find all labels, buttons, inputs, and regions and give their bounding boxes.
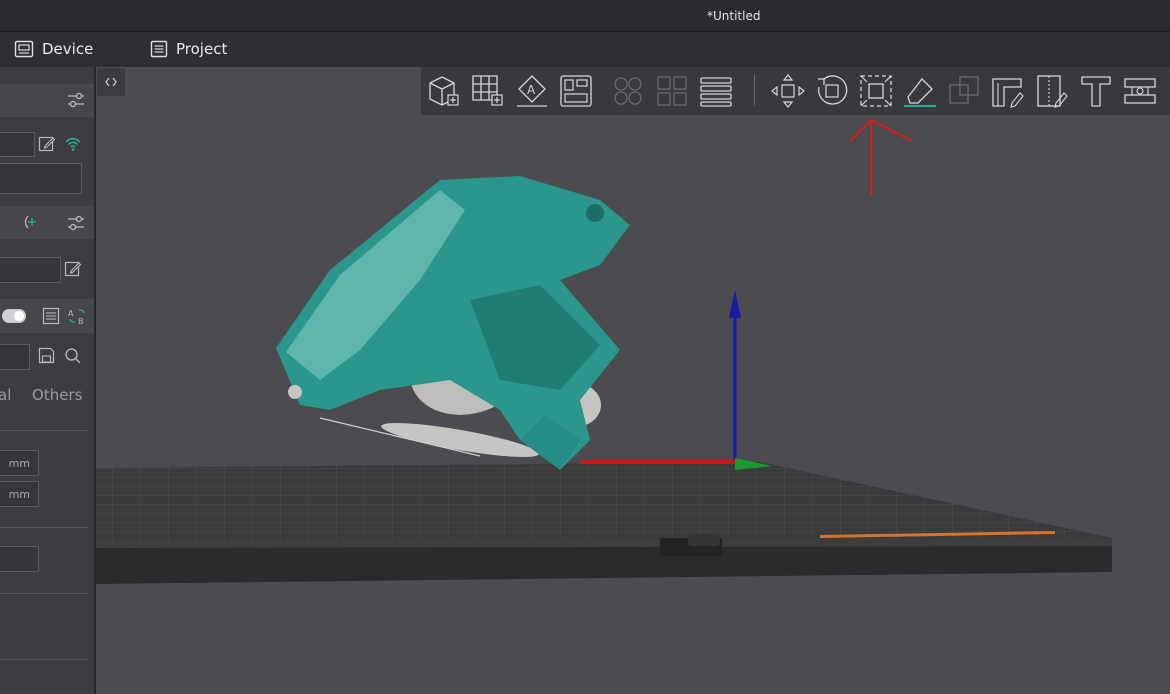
- value-field-1[interactable]: mm: [0, 450, 39, 476]
- measure-button[interactable]: [1122, 73, 1158, 109]
- edit-icon[interactable]: [38, 135, 56, 157]
- divider: [0, 527, 88, 528]
- layers-icon: [700, 77, 732, 107]
- boolean-icon: [949, 76, 979, 104]
- unit-label: mm: [8, 488, 30, 501]
- text-button[interactable]: [1078, 73, 1114, 109]
- scene-canvas: [96, 67, 1170, 694]
- unit-label: mm: [8, 457, 30, 470]
- svg-text:A: A: [68, 309, 74, 318]
- 3d-viewport[interactable]: [96, 67, 1170, 694]
- rotate-icon: [818, 75, 848, 105]
- split-objects-icon: [614, 77, 642, 105]
- add-filament-icon[interactable]: [22, 213, 40, 235]
- title-bar: *Untitled: [0, 0, 1170, 32]
- advanced-toggle[interactable]: [2, 309, 26, 323]
- support-paint-icon: [992, 78, 1024, 108]
- value-field-2[interactable]: mm: [0, 481, 39, 507]
- project-icon: [150, 40, 168, 58]
- toolbar-divider: [754, 75, 755, 105]
- svg-text:B: B: [78, 317, 84, 325]
- seam-paint-icon: [1037, 75, 1068, 108]
- device-icon: [14, 40, 34, 58]
- chevron-left-right-icon: [105, 77, 117, 87]
- svg-text:A: A: [527, 83, 536, 97]
- tab-project[interactable]: Project: [150, 40, 227, 58]
- filament-settings-icon[interactable]: [66, 213, 86, 237]
- edit-filament-icon[interactable]: [64, 260, 82, 282]
- plate-type-select[interactable]: [0, 163, 82, 194]
- boolean-button[interactable]: [946, 73, 982, 109]
- scale-button[interactable]: [858, 73, 894, 109]
- split-parts-button[interactable]: [654, 73, 690, 109]
- divider: [0, 430, 88, 431]
- main-tab-bar: Device Project: [0, 32, 1170, 67]
- layout-button[interactable]: [558, 73, 594, 109]
- support-paint-button[interactable]: [990, 73, 1026, 109]
- settings-sliders-icon[interactable]: [66, 90, 86, 114]
- split-objects-button[interactable]: [610, 73, 646, 109]
- settings-sidebar: AB al Others mm mm: [0, 67, 96, 694]
- add-object-icon: [429, 76, 459, 106]
- process-list-icon[interactable]: [42, 307, 60, 329]
- scale-icon: [860, 75, 892, 107]
- tab-others[interactable]: Others: [32, 386, 82, 404]
- process-preset-select[interactable]: [0, 344, 30, 370]
- auto-orient-button[interactable]: A: [514, 73, 550, 109]
- value-field-3[interactable]: [0, 546, 39, 572]
- view-toolbar: A: [421, 67, 1170, 115]
- rotate-button[interactable]: [814, 73, 850, 109]
- seam-paint-button[interactable]: [1034, 73, 1070, 109]
- search-icon[interactable]: [64, 347, 82, 369]
- arrange-button[interactable]: [470, 73, 506, 109]
- wifi-icon[interactable]: [64, 135, 82, 157]
- tab-project-label: Project: [176, 40, 228, 58]
- compare-icon[interactable]: AB: [67, 307, 87, 329]
- tab-device-label: Device: [42, 40, 94, 58]
- variable-layer-button[interactable]: [698, 73, 734, 109]
- tab-device[interactable]: Device: [14, 40, 93, 58]
- move-icon: [771, 74, 805, 108]
- filament-select[interactable]: [0, 257, 61, 283]
- split-parts-icon: [657, 76, 687, 106]
- tab-general[interactable]: al: [0, 386, 11, 404]
- text-icon: [1081, 76, 1111, 107]
- measure-icon: [1124, 78, 1156, 104]
- arrange-grid-icon: [472, 75, 503, 106]
- divider: [0, 593, 88, 594]
- move-button[interactable]: [770, 73, 806, 109]
- printer-select[interactable]: [0, 132, 35, 157]
- layout-icon: [560, 75, 592, 107]
- paint-icon: [904, 78, 936, 107]
- paint-button[interactable]: [902, 73, 938, 109]
- save-icon[interactable]: [38, 347, 55, 368]
- add-object-button[interactable]: [426, 73, 462, 109]
- auto-orient-icon: A: [517, 75, 547, 107]
- window-title: *Untitled: [707, 9, 761, 23]
- divider: [0, 659, 88, 660]
- collapse-sidebar-button[interactable]: [97, 68, 125, 96]
